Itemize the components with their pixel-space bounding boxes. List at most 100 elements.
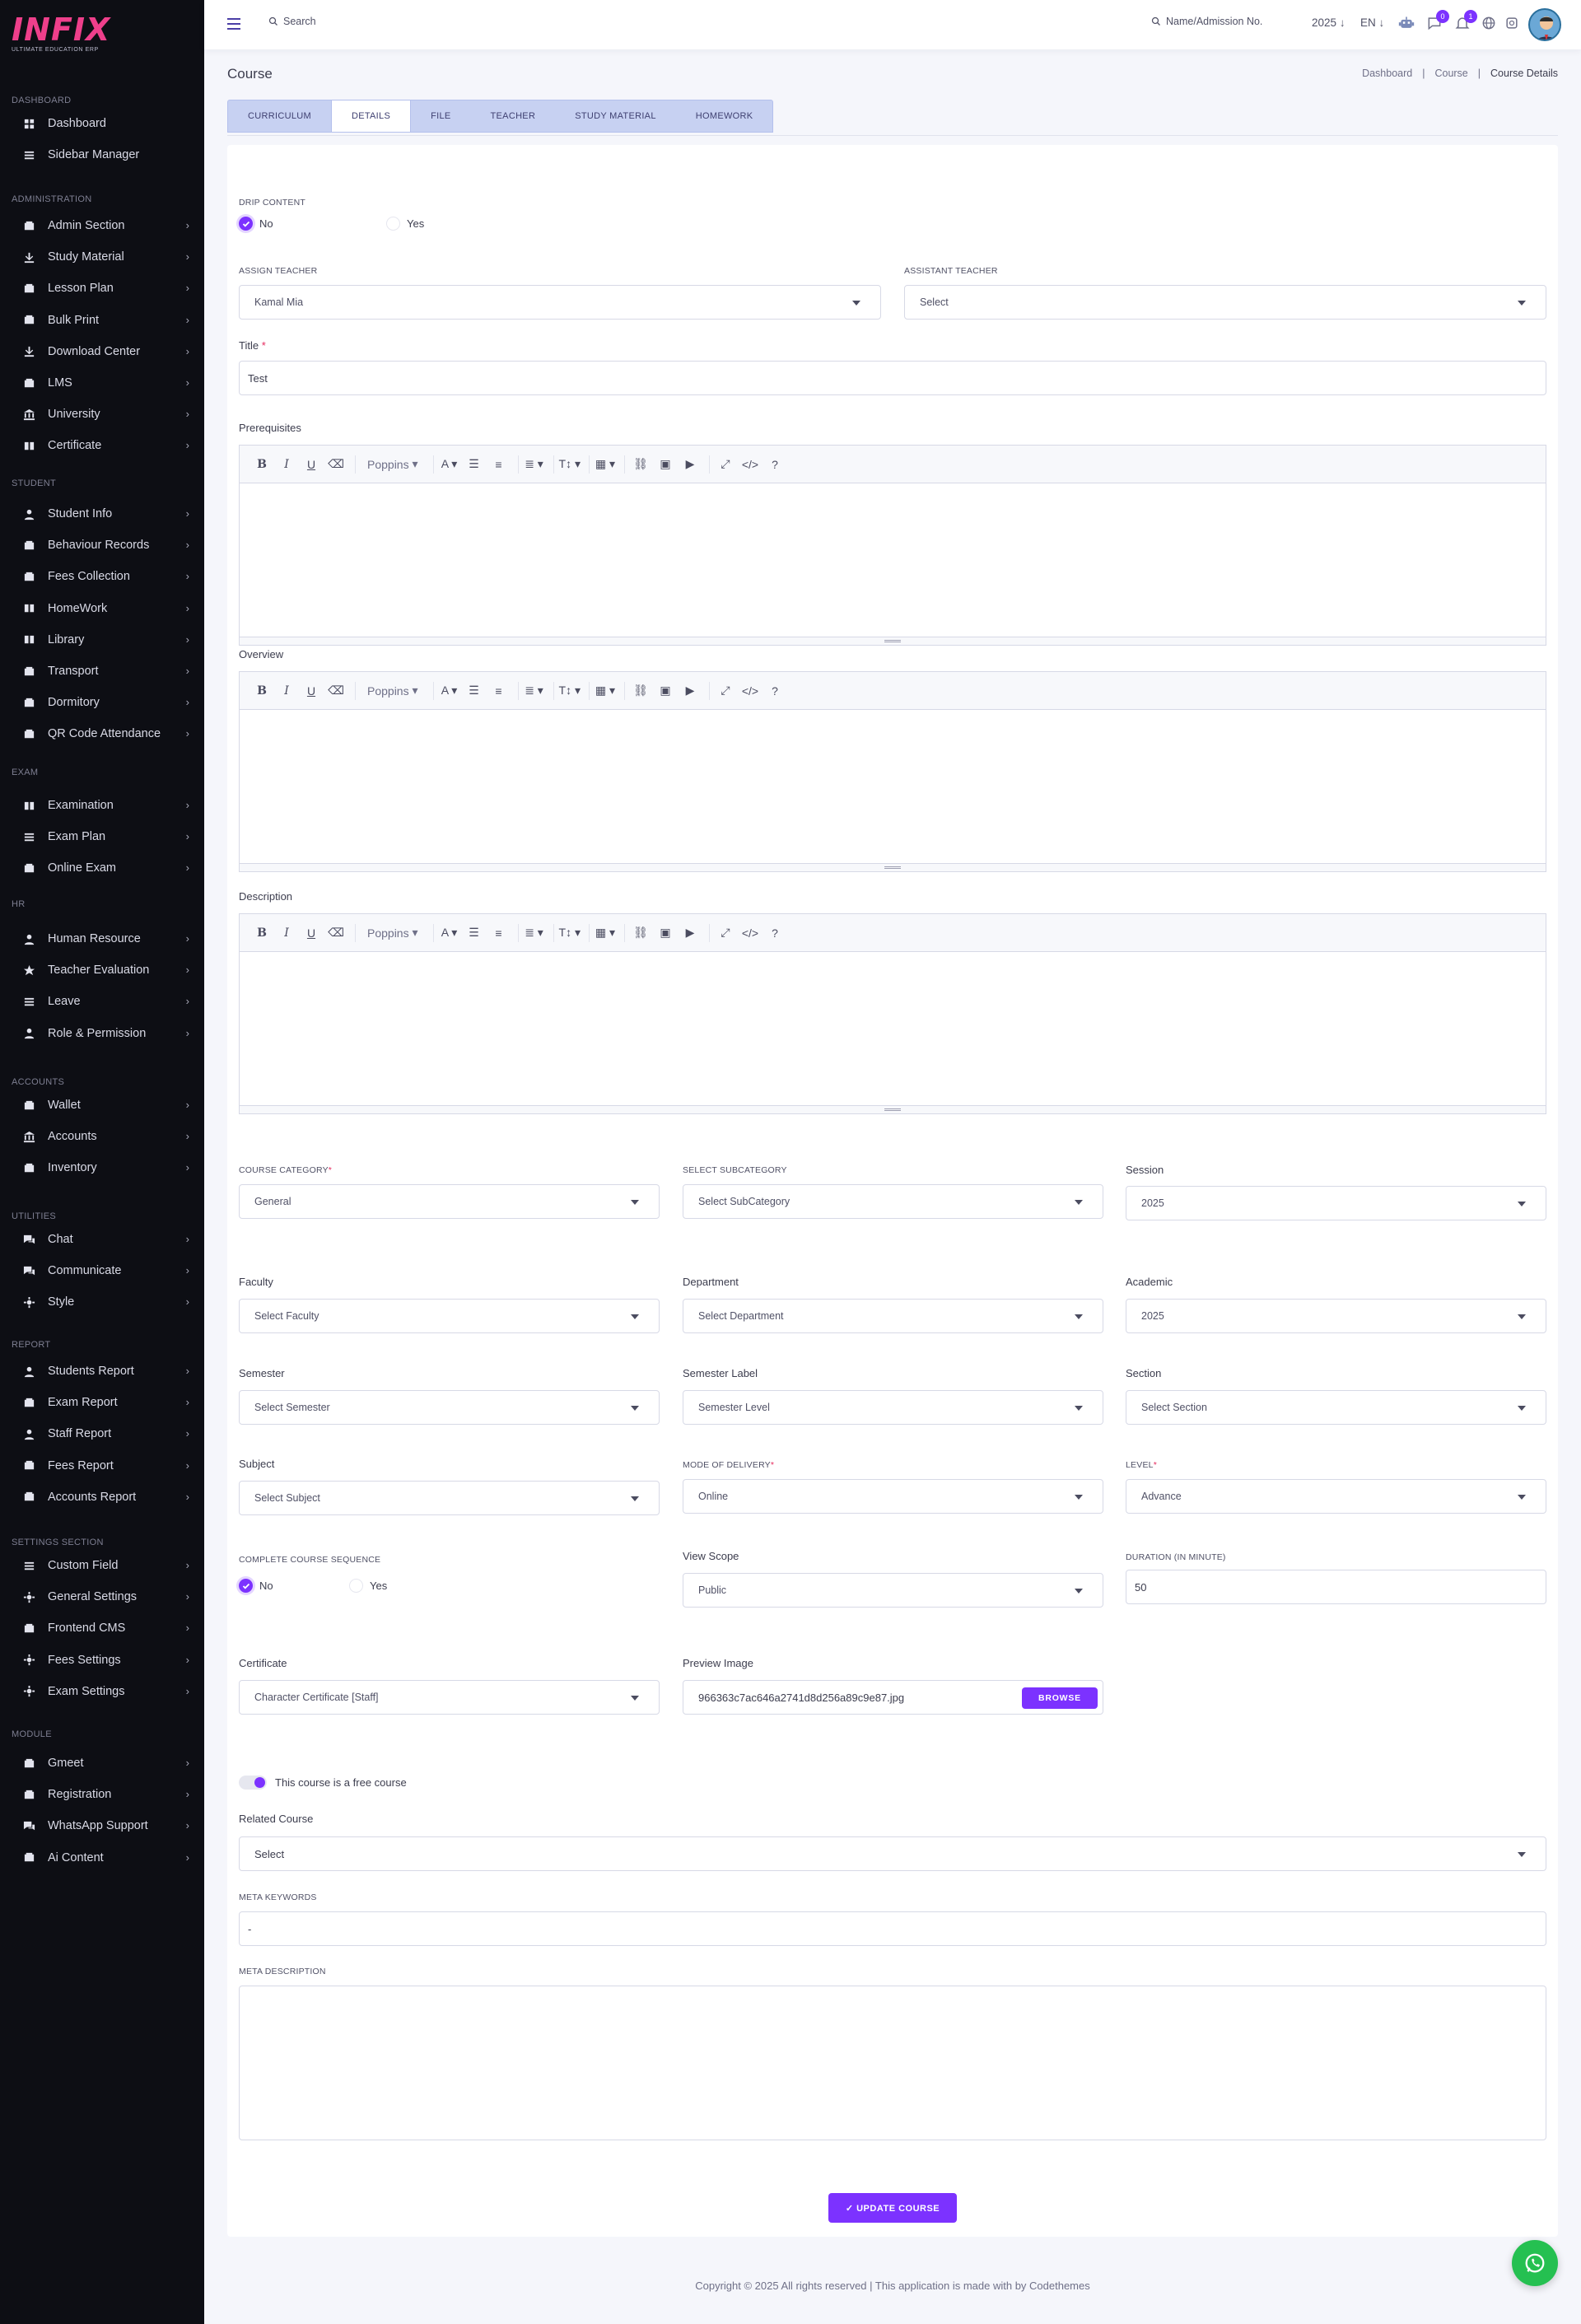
sidebar-item-student-info[interactable]: Student Info › xyxy=(0,499,204,529)
resize-handle-icon[interactable] xyxy=(240,863,1546,871)
fullscreen-icon[interactable]: ⤢ xyxy=(715,680,736,702)
sidebar-item-gmeet[interactable]: Gmeet › xyxy=(0,1748,204,1778)
tab-teacher[interactable]: TEACHER xyxy=(471,100,556,132)
sidebar-item-staff-report[interactable]: Staff Report › xyxy=(0,1419,204,1449)
sidebar-item-download-center[interactable]: Download Center › xyxy=(0,337,204,366)
sidebar-item-wallet[interactable]: Wallet › xyxy=(0,1090,204,1120)
eraser-icon[interactable]: ⌫ xyxy=(325,454,347,475)
fullscreen-icon[interactable]: ⤢ xyxy=(715,922,736,944)
sidebar-item-general-settings[interactable]: General Settings › xyxy=(0,1582,204,1612)
sidebar-item-transport[interactable]: Transport › xyxy=(0,656,204,686)
sidebar-item-library[interactable]: Library › xyxy=(0,625,204,655)
academic-select[interactable]: 2025 xyxy=(1126,1299,1546,1333)
code-view-icon[interactable]: </> xyxy=(739,922,761,944)
view-scope-select[interactable]: Public xyxy=(683,1573,1103,1608)
numbered-list-icon[interactable]: ≡ xyxy=(488,454,510,475)
table-dropdown-icon[interactable]: ▦ ▾ xyxy=(595,680,616,702)
image-icon[interactable]: ▣ xyxy=(655,680,676,702)
sidebar-item-lesson-plan[interactable]: Lesson Plan › xyxy=(0,273,204,303)
underline-button[interactable]: U xyxy=(301,922,322,944)
bullet-list-icon[interactable]: ☰ xyxy=(464,922,485,944)
bold-button[interactable]: B xyxy=(251,922,273,944)
sidebar-item-examination[interactable]: Examination › xyxy=(0,791,204,820)
sidebar-item-registration[interactable]: Registration › xyxy=(0,1780,204,1809)
tab-study-material[interactable]: STUDY MATERIAL xyxy=(555,100,676,132)
overview-editor[interactable]: B I U ⌫ Poppins ▾ A ▾ ☰ ≡ ≣ ▾ T↕ ▾ ▦ ▾ ⛓ ▣ ▶ ⤢ </>? xyxy=(239,671,1546,872)
font-family-dropdown[interactable]: Poppins ▾ xyxy=(361,922,425,944)
sidebar-item-fees-settings[interactable]: Fees Settings › xyxy=(0,1645,204,1675)
meta-keywords-input[interactable]: - xyxy=(239,1911,1546,1946)
sidebar-item-qr-code-attendance[interactable]: QR Code Attendance › xyxy=(0,719,204,749)
tab-curriculum[interactable]: CURRICULUM xyxy=(228,100,331,132)
title-input[interactable]: Test xyxy=(239,361,1546,395)
semester-label-select[interactable]: Semester Level xyxy=(683,1390,1103,1425)
font-color-button[interactable]: A ▾ xyxy=(439,680,460,702)
level-select[interactable]: Advance xyxy=(1126,1479,1546,1514)
sidebar-item-role-permission[interactable]: Role & Permission › xyxy=(0,1019,204,1048)
bullet-list-icon[interactable]: ☰ xyxy=(464,454,485,475)
certificate-select[interactable]: Character Certificate [Staff] xyxy=(239,1680,660,1715)
sidebar-item-whatsapp-support[interactable]: WhatsApp Support › xyxy=(0,1811,204,1841)
browse-button[interactable]: BROWSE xyxy=(1021,1687,1098,1709)
breadcrumb-course[interactable]: Course xyxy=(1434,68,1467,79)
image-icon[interactable]: ▣ xyxy=(655,454,676,475)
video-icon[interactable]: ▶ xyxy=(679,922,701,944)
sidebar-item-fees-report[interactable]: Fees Report › xyxy=(0,1451,204,1481)
sidebar-item-custom-field[interactable]: Custom Field › xyxy=(0,1551,204,1580)
subcategory-select[interactable]: Select SubCategory xyxy=(683,1184,1103,1219)
sidebar-item-chat[interactable]: Chat › xyxy=(0,1225,204,1254)
sidebar-item-ai-content[interactable]: Ai Content › xyxy=(0,1843,204,1873)
link-icon[interactable]: ⛓ xyxy=(630,454,651,475)
prerequisites-editor-body[interactable] xyxy=(240,483,1546,637)
year-selector[interactable]: 2025 ↓ xyxy=(1312,16,1345,29)
font-family-dropdown[interactable]: Poppins ▾ xyxy=(361,454,425,475)
sidebar-item-teacher-evaluation[interactable]: Teacher Evaluation › xyxy=(0,955,204,985)
underline-button[interactable]: U xyxy=(301,680,322,702)
sequence-no-radio[interactable]: No xyxy=(239,1579,273,1593)
font-color-button[interactable]: A ▾ xyxy=(439,922,460,944)
sidebar-item-leave[interactable]: Leave › xyxy=(0,987,204,1016)
tab-homework[interactable]: HOMEWORK xyxy=(676,100,773,132)
help-icon[interactable]: ? xyxy=(764,454,786,475)
table-dropdown-icon[interactable]: ▦ ▾ xyxy=(595,922,616,944)
table-dropdown-icon[interactable]: ▦ ▾ xyxy=(595,454,616,475)
bell-icon[interactable]: 1 xyxy=(1453,10,1477,33)
bold-button[interactable]: B xyxy=(251,454,273,475)
resize-handle-icon[interactable] xyxy=(240,1105,1546,1113)
description-editor-body[interactable] xyxy=(240,952,1546,1105)
update-course-button[interactable]: ✓ UPDATE COURSE xyxy=(828,2193,957,2223)
drip-yes-radio[interactable]: Yes xyxy=(386,217,424,231)
breadcrumb-dashboard[interactable]: Dashboard xyxy=(1362,68,1412,79)
code-view-icon[interactable]: </> xyxy=(739,454,761,475)
drip-no-radio[interactable]: No xyxy=(239,217,273,231)
sidebar-item-homework[interactable]: HomeWork › xyxy=(0,594,204,623)
mode-of-delivery-select[interactable]: Online xyxy=(683,1479,1103,1514)
assistant-teacher-select[interactable]: Select xyxy=(904,285,1546,320)
sidebar-item-certificate[interactable]: Certificate › xyxy=(0,431,204,460)
bullet-list-icon[interactable]: ☰ xyxy=(464,680,485,702)
assign-teacher-select[interactable]: Kamal Mia xyxy=(239,285,881,320)
sidebar-item-exam-report[interactable]: Exam Report › xyxy=(0,1388,204,1417)
chat-icon[interactable]: 0 xyxy=(1425,10,1449,33)
align-dropdown-icon[interactable]: ≣ ▾ xyxy=(524,680,545,702)
underline-button[interactable]: U xyxy=(301,454,322,475)
section-select[interactable]: Select Section xyxy=(1126,1390,1546,1425)
tab-file[interactable]: FILE xyxy=(411,100,470,132)
sequence-yes-radio[interactable]: Yes xyxy=(349,1579,387,1593)
prerequisites-editor[interactable]: B I U ⌫ Poppins ▾ A ▾ ☰ ≡ ≣ ▾ T↕ ▾ ▦ ▾ ⛓ ▣ ▶ ⤢ </>? xyxy=(239,445,1546,646)
code-view-icon[interactable]: </> xyxy=(739,680,761,702)
sidebar-item-dashboard[interactable]: Dashboard xyxy=(0,109,204,138)
search-box[interactable]: Search xyxy=(268,16,316,27)
sidebar-item-exam-settings[interactable]: Exam Settings › xyxy=(0,1677,204,1706)
bold-button[interactable]: B xyxy=(251,680,273,702)
text-height-dropdown-icon[interactable]: T↕ ▾ xyxy=(559,454,581,475)
sidebar-item-bulk-print[interactable]: Bulk Print › xyxy=(0,306,204,335)
description-editor[interactable]: B I U ⌫ Poppins ▾ A ▾ ☰ ≡ ≣ ▾ T↕ ▾ ▦ ▾ ⛓ ▣ ▶ ⤢ </>? xyxy=(239,913,1546,1114)
sidebar-item-accounts-report[interactable]: Accounts Report › xyxy=(0,1482,204,1512)
sidebar-item-inventory[interactable]: Inventory › xyxy=(0,1153,204,1183)
robot-icon[interactable] xyxy=(1397,13,1416,33)
font-color-button[interactable]: A ▾ xyxy=(439,454,460,475)
video-icon[interactable]: ▶ xyxy=(679,454,701,475)
related-course-select[interactable]: Select xyxy=(239,1836,1546,1871)
eraser-icon[interactable]: ⌫ xyxy=(325,680,347,702)
